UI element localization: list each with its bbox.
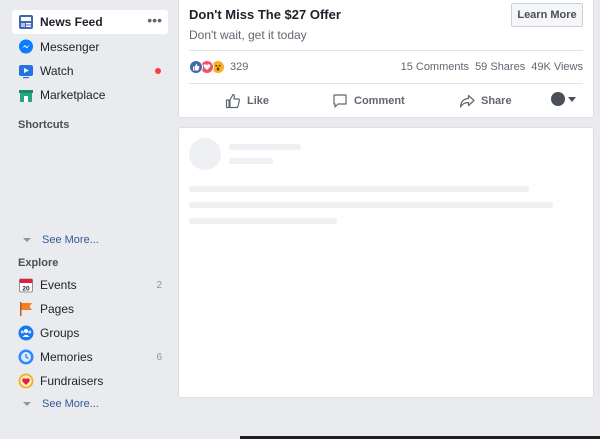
learn-more-button[interactable]: Learn More bbox=[511, 3, 583, 27]
sidebar-item-events[interactable]: 20 Events 2 bbox=[12, 273, 168, 297]
placeholder-line bbox=[229, 144, 301, 150]
share-label: Share bbox=[481, 95, 512, 107]
sidebar-item-pages[interactable]: Pages bbox=[12, 297, 168, 321]
see-more-label: See More... bbox=[42, 234, 99, 246]
fundraisers-heart-icon bbox=[17, 372, 35, 390]
thumbs-up-icon bbox=[225, 93, 241, 109]
shares-count-link[interactable]: 59 Shares bbox=[475, 61, 525, 73]
share-button[interactable]: Share bbox=[459, 88, 512, 114]
divider bbox=[189, 83, 583, 84]
ad-headline[interactable]: Don't Miss The $27 Offer bbox=[189, 7, 341, 22]
explore-heading: Explore bbox=[18, 257, 59, 269]
sponsored-post-card: Don't Miss The $27 Offer Don't wait, get… bbox=[178, 0, 594, 118]
sidebar-item-label: Memories bbox=[40, 350, 93, 364]
item-count: 2 bbox=[156, 279, 162, 291]
views-count: 49K Views bbox=[531, 61, 583, 73]
comment-label: Comment bbox=[354, 95, 405, 107]
explore-see-more-link[interactable]: See More... bbox=[20, 396, 99, 412]
sidebar-item-marketplace[interactable]: Marketplace bbox=[12, 83, 168, 107]
comment-bubble-icon bbox=[333, 94, 347, 108]
profile-avatar-icon bbox=[551, 92, 565, 106]
memories-clock-icon bbox=[17, 348, 35, 366]
chevron-down-icon bbox=[568, 96, 576, 102]
chevron-down-icon bbox=[23, 402, 31, 406]
sidebar-item-watch[interactable]: Watch bbox=[12, 59, 168, 83]
reaction-identity-selector[interactable] bbox=[551, 92, 576, 106]
messenger-icon bbox=[17, 38, 35, 56]
placeholder-avatar bbox=[189, 138, 221, 170]
comment-button[interactable]: Comment bbox=[332, 88, 405, 114]
reaction-count: 329 bbox=[230, 61, 249, 73]
see-more-label: See More... bbox=[42, 398, 99, 410]
news-feed-icon bbox=[17, 13, 35, 31]
placeholder-line bbox=[189, 202, 553, 208]
comments-count-link[interactable]: 15 Comments bbox=[401, 61, 469, 73]
sidebar-item-memories[interactable]: Memories 6 bbox=[12, 345, 168, 369]
placeholder-line bbox=[189, 218, 337, 224]
placeholder-line bbox=[189, 186, 529, 192]
sidebar-item-label: Events bbox=[40, 278, 77, 292]
sidebar-item-label: Groups bbox=[40, 326, 80, 340]
sidebar-item-label: News Feed bbox=[40, 15, 103, 29]
more-options-icon[interactable]: ••• bbox=[147, 12, 162, 28]
sidebar-item-fundraisers[interactable]: Fundraisers bbox=[12, 369, 168, 393]
sidebar-item-groups[interactable]: Groups bbox=[12, 321, 168, 345]
sidebar-item-label: Watch bbox=[40, 64, 74, 78]
like-label: Like bbox=[247, 95, 270, 107]
like-reaction-icon bbox=[189, 60, 203, 74]
engagement-stats: 15 Comments 59 Shares 49K Views bbox=[401, 61, 583, 73]
shortcuts-heading: Shortcuts bbox=[18, 119, 70, 131]
shortcuts-see-more-link[interactable]: See More... bbox=[20, 232, 99, 248]
chevron-down-icon bbox=[23, 238, 31, 242]
placeholder-line bbox=[229, 158, 273, 164]
watch-icon bbox=[17, 62, 35, 80]
sidebar-item-news-feed[interactable]: News Feed ••• bbox=[12, 10, 168, 34]
reactions-summary[interactable]: 329 bbox=[189, 60, 248, 74]
post-actions-bar: Like Comment Share bbox=[179, 88, 593, 114]
left-sidebar: News Feed ••• Messenger Watch Marketplac… bbox=[0, 0, 172, 439]
pages-flag-icon bbox=[17, 300, 35, 318]
sidebar-item-label: Messenger bbox=[40, 40, 100, 54]
marketplace-icon bbox=[17, 86, 35, 104]
calendar-day: 20 bbox=[22, 286, 30, 293]
loading-post-placeholder bbox=[178, 127, 594, 398]
sidebar-item-messenger[interactable]: Messenger bbox=[12, 35, 168, 59]
share-arrow-icon bbox=[459, 94, 475, 108]
ad-description: Don't wait, get it today bbox=[189, 28, 307, 42]
item-count: 6 bbox=[156, 351, 162, 363]
events-calendar-icon: 20 bbox=[17, 276, 35, 294]
sidebar-item-label: Pages bbox=[40, 302, 75, 316]
groups-icon bbox=[17, 324, 35, 342]
like-button[interactable]: Like bbox=[225, 88, 269, 114]
divider bbox=[189, 50, 583, 51]
notification-dot bbox=[155, 68, 161, 74]
sidebar-item-label: Fundraisers bbox=[40, 374, 104, 388]
sidebar-item-label: Marketplace bbox=[40, 88, 106, 102]
